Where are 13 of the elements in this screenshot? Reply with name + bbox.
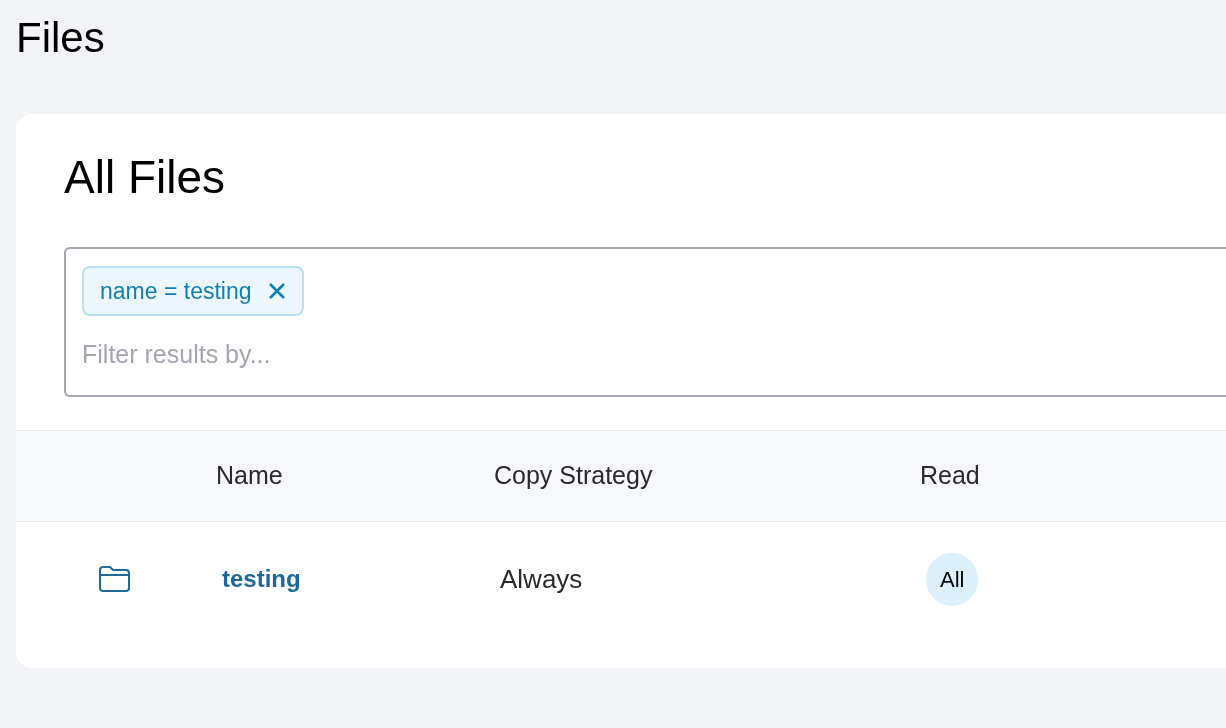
page-title: Files — [16, 13, 106, 59]
folder-icon — [98, 565, 132, 593]
remove-icon[interactable] — [267, 282, 286, 300]
filter-chip: name = testing — [82, 266, 304, 316]
column-header: Read — [920, 460, 980, 492]
read-badge: All — [926, 552, 979, 606]
column-header: Name — [216, 460, 283, 492]
table-cell-text: Always — [499, 562, 583, 596]
filter-field[interactable]: name = testing Filter results by... — [64, 247, 1226, 397]
card-title: All Files — [64, 154, 227, 200]
filter-input[interactable]: Filter results by... — [82, 336, 682, 374]
column-header: Copy Strategy — [494, 460, 653, 492]
file-name-link[interactable]: testing — [216, 561, 301, 597]
